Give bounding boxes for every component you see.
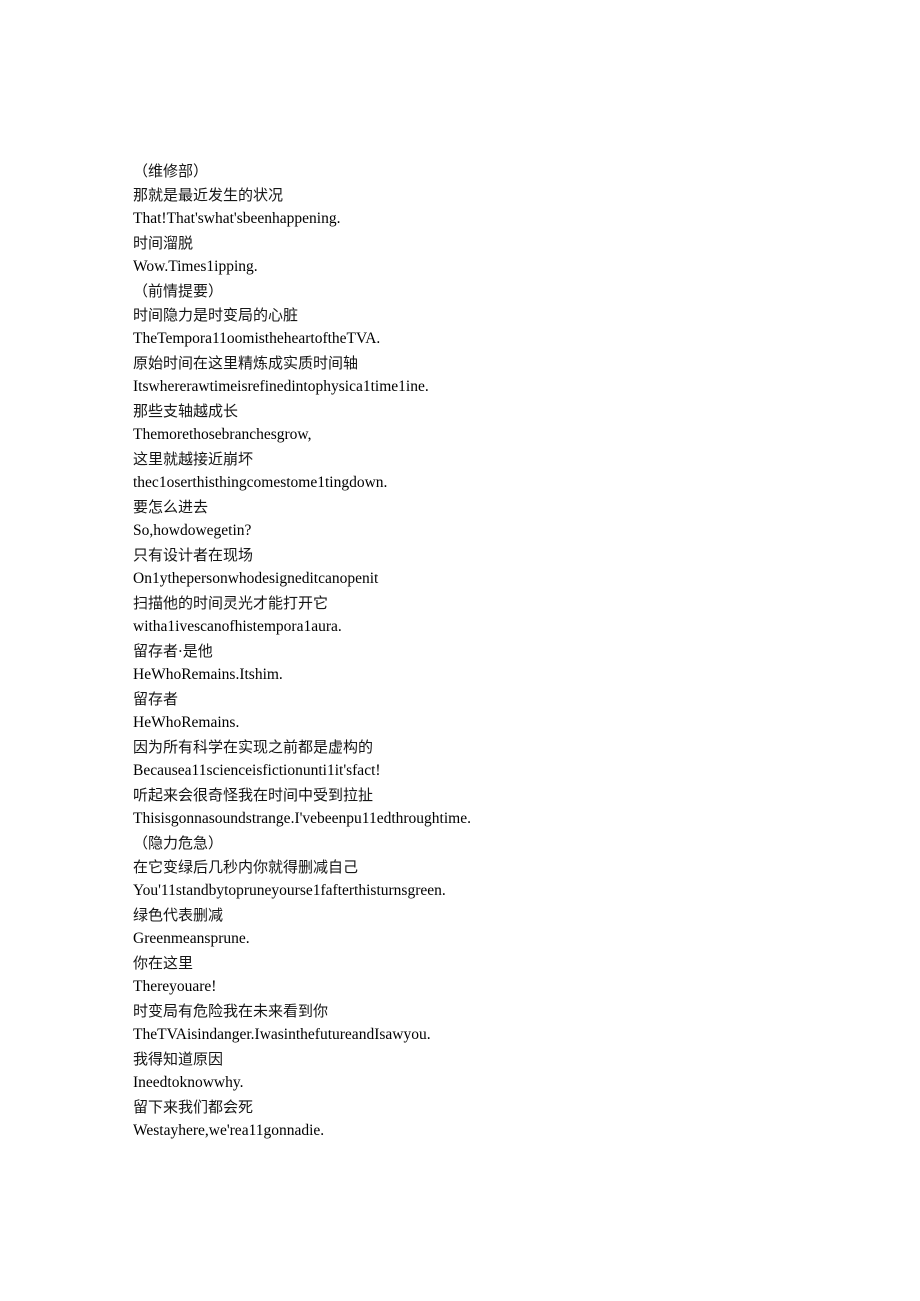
transcript-line: 只有设计者在现场 xyxy=(133,546,254,564)
transcript-line: 要怎么进去 xyxy=(133,498,209,516)
transcript-line: Itswhererawtimeisrefinedintophysica1time… xyxy=(133,378,429,395)
transcript-line: That!That'swhat'sbeenhappening. xyxy=(133,210,341,227)
transcript-line: Ineedtoknowwhy. xyxy=(133,1074,244,1091)
transcript-line: So,howdowegetin? xyxy=(133,522,252,539)
transcript-line: TheTempora11oomistheheartoftheTVA. xyxy=(133,330,381,347)
transcript-line: Greenmeansprune. xyxy=(133,930,250,947)
transcript-line: 你在这里 xyxy=(133,954,194,972)
transcript-line: （隐力危急） xyxy=(133,834,224,852)
transcript-line: 扫描他的时间灵光才能打开它 xyxy=(133,594,329,612)
transcript-line: On1ythepersonwhodesigneditcanopenit xyxy=(133,570,379,587)
transcript-line: 时间溜脱 xyxy=(133,234,194,252)
transcript-line: HeWhoRemains. xyxy=(133,714,240,731)
transcript-line: TheTVAisindanger.IwasinthefutureandIsawy… xyxy=(133,1026,431,1043)
transcript-line: 绿色代表删减 xyxy=(133,906,224,924)
transcript-line: 我得知道原因 xyxy=(133,1050,224,1068)
transcript-line: 时变局有危险我在未来看到你 xyxy=(133,1002,329,1020)
transcript-line: Thereyouare! xyxy=(133,978,217,995)
transcript-line: 这里就越接近崩坏 xyxy=(133,450,254,468)
transcript-line: HeWhoRemains.Itshim. xyxy=(133,666,283,683)
transcript-line: 原始时间在这里精炼成实质时间轴 xyxy=(133,354,359,372)
transcript-line: 留存者 xyxy=(133,690,179,708)
transcript-line: witha1ivescanofhistempora1aura. xyxy=(133,618,342,635)
document-page: （维修部） 那就是最近发生的状况 That!That'swhat'sbeenhapp… xyxy=(0,0,920,1301)
transcript-line: （前情提要） xyxy=(133,282,224,300)
transcript-line: 留存者·是他 xyxy=(133,642,213,660)
transcript-line: 那就是最近发生的状况 xyxy=(133,186,284,204)
transcript-line: You'11standbytopruneyourse1fafterthistur… xyxy=(133,882,446,899)
transcript-line: 听起来会很奇怪我在时间中受到拉扯 xyxy=(133,786,374,804)
transcript-line: （维修部） xyxy=(133,162,209,180)
subtitle-transcript-block: （维修部） 那就是最近发生的状况 That!That'swhat'sbeenhapp… xyxy=(133,159,873,1143)
transcript-line: thec1oserthisthingcomestome1tingdown. xyxy=(133,474,388,491)
transcript-line: 留下来我们都会死 xyxy=(133,1098,254,1116)
transcript-line: Thisisgonnasoundstrange.I'vebeenpu11edth… xyxy=(133,810,471,827)
transcript-line: Themorethosebranchesgrow, xyxy=(133,426,312,443)
transcript-line: 时间隐力是时变局的心脏 xyxy=(133,306,299,324)
transcript-line: 在它变绿后几秒内你就得删减自己 xyxy=(133,858,359,876)
transcript-line: 因为所有科学在实现之前都是虚构的 xyxy=(133,738,374,756)
transcript-line: Westayhere,we'rea11gonnadie. xyxy=(133,1122,325,1139)
transcript-line: Wow.Times1ipping. xyxy=(133,258,258,275)
transcript-line: Becausea11scienceisfictionunti1it'sfact! xyxy=(133,762,381,779)
transcript-line: 那些支轴越成长 xyxy=(133,402,239,420)
